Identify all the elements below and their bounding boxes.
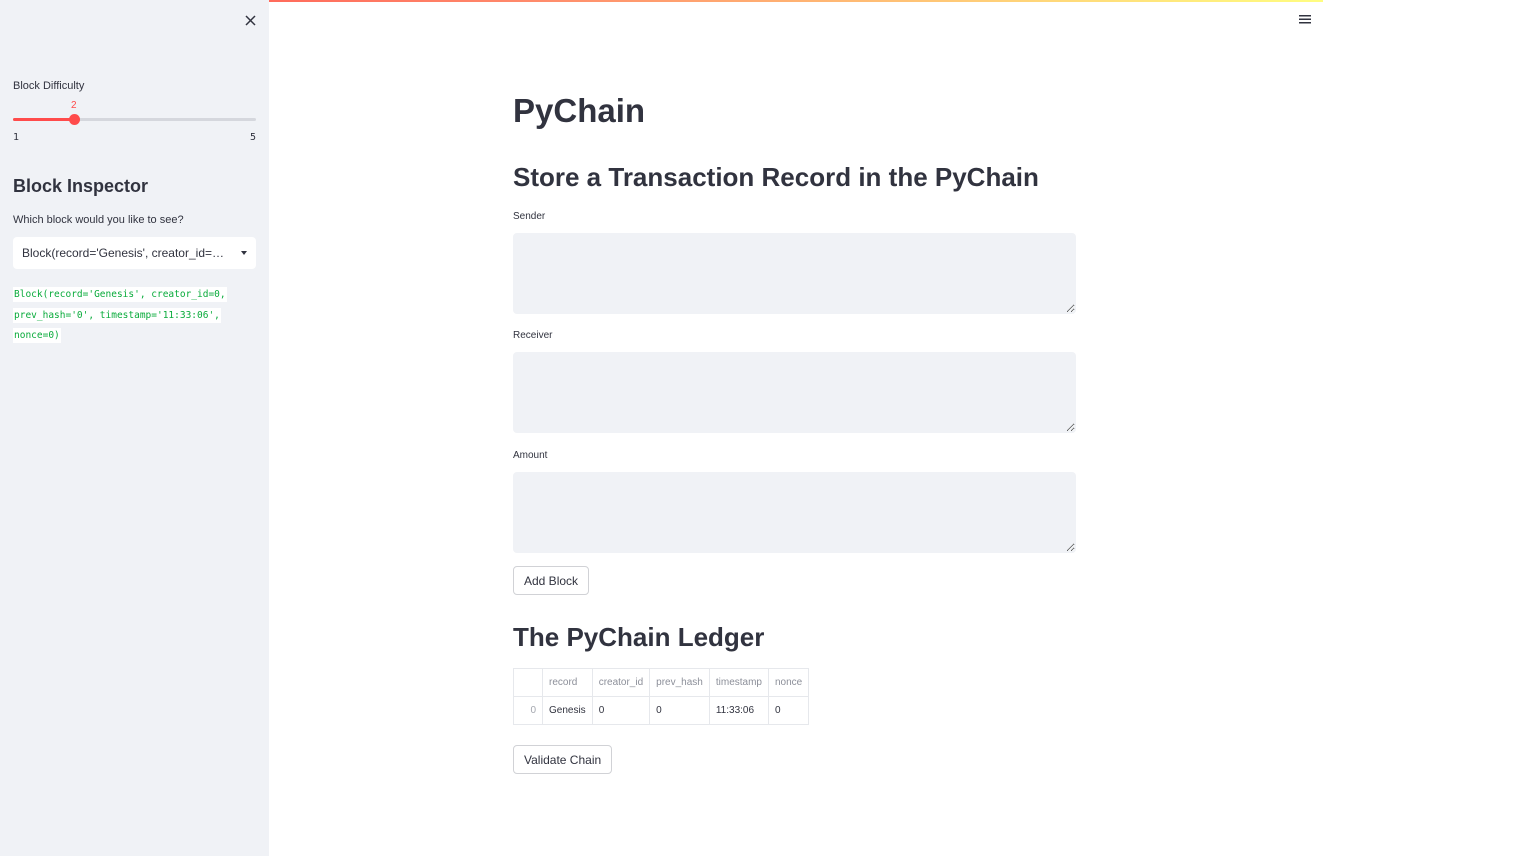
ledger-table: record creator_id prev_hash timestamp no… xyxy=(513,668,810,725)
block-inspector-title: Block Inspector xyxy=(13,176,149,196)
chevron-down-icon xyxy=(241,251,247,255)
right-margin xyxy=(1323,0,1536,856)
sender-label: Sender xyxy=(513,211,546,222)
ledger-header-timestamp: timestamp xyxy=(708,668,769,697)
block-code-text: Block(record='Genesis', creator_id=0, pr… xyxy=(13,287,227,343)
cell-nonce: 0 xyxy=(767,696,810,725)
receiver-label: Receiver xyxy=(513,330,553,341)
row-index: 0 xyxy=(513,696,543,725)
ledger-header-row: record creator_id prev_hash timestamp no… xyxy=(513,668,810,697)
page-title: PyChain xyxy=(513,92,646,129)
amount-input[interactable] xyxy=(513,472,1076,553)
ledger-header-creator-id: creator_id xyxy=(591,668,651,697)
slider-thumb[interactable] xyxy=(68,114,80,125)
difficulty-slider[interactable]: 2 1 5 xyxy=(13,100,256,148)
ledger-title: The PyChain Ledger xyxy=(513,622,765,652)
ledger-header-record: record xyxy=(542,668,593,697)
cell-prev-hash: 0 xyxy=(649,696,710,725)
block-select[interactable]: Block(record='Genesis', creator_id=0, pr… xyxy=(13,237,256,269)
cell-timestamp: 11:33:06 xyxy=(708,696,769,725)
amount-label: Amount xyxy=(513,450,548,461)
section-title: Store a Transaction Record in the PyChai… xyxy=(513,162,1039,192)
block-code-output: Block(record='Genesis', creator_id=0, pr… xyxy=(13,285,238,347)
slider-min: 1 xyxy=(13,132,20,143)
slider-value: 2 xyxy=(70,100,77,111)
receiver-input[interactable] xyxy=(513,352,1076,433)
cell-record: Genesis xyxy=(542,696,593,725)
close-sidebar-button[interactable] xyxy=(240,10,260,30)
slider-fill xyxy=(13,118,74,121)
block-select-value: Block(record='Genesis', creator_id=0, pr… xyxy=(22,246,228,260)
hamburger-menu-icon xyxy=(1299,15,1311,24)
block-select-prompt: Which block would you like to see? xyxy=(13,214,184,226)
ledger-header-nonce: nonce xyxy=(767,668,810,697)
cell-creator-id: 0 xyxy=(591,696,651,725)
block-difficulty-label: Block Difficulty xyxy=(13,80,85,92)
table-row: 0 Genesis 0 0 11:33:06 0 xyxy=(513,696,810,725)
validate-chain-button[interactable]: Validate Chain xyxy=(513,745,613,774)
main-menu-button[interactable] xyxy=(1298,12,1314,26)
ledger-header-prev-hash: prev_hash xyxy=(649,668,710,697)
ledger-header-index xyxy=(513,668,543,697)
close-icon xyxy=(244,14,256,26)
add-block-button[interactable]: Add Block xyxy=(513,566,590,595)
slider-max: 5 xyxy=(249,132,256,143)
sidebar: Block Difficulty 2 1 5 Block Inspector W… xyxy=(0,0,269,856)
sender-input[interactable] xyxy=(513,233,1076,314)
